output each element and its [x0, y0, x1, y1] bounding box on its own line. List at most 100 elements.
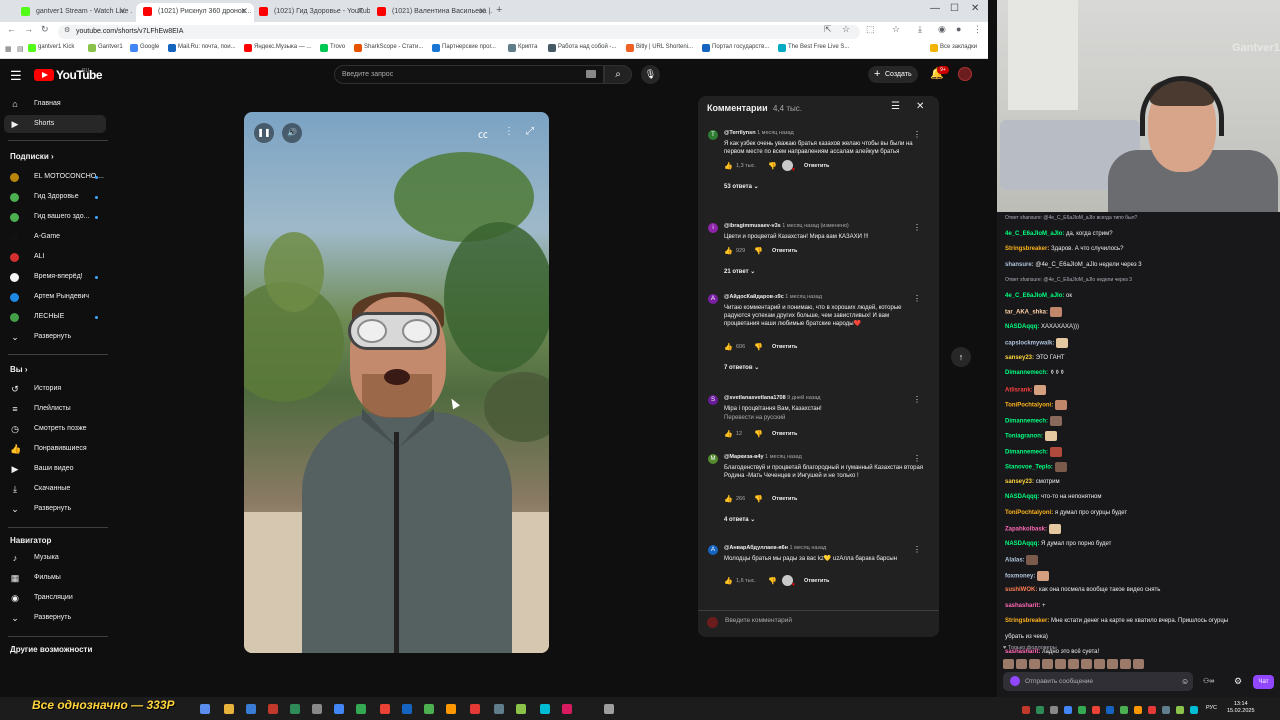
sidebar-item[interactable]: A-Game	[0, 228, 108, 246]
chat-username[interactable]: Dimannemech:	[1005, 449, 1048, 455]
forward-icon[interactable]: →	[24, 24, 33, 34]
volume-button[interactable]: 🔊	[282, 123, 302, 143]
chat-username[interactable]: Stanovoe_Teplo:	[1005, 465, 1053, 471]
sidebar-item[interactable]: ⌄ Развернуть	[0, 328, 108, 346]
keyboard-icon[interactable]	[586, 70, 596, 78]
minimize-icon[interactable]: —	[930, 3, 940, 14]
bookmark-item[interactable]: SharkScope - Стати...	[354, 44, 423, 52]
account-avatar[interactable]	[958, 67, 972, 81]
chat-emote[interactable]	[1049, 307, 1062, 317]
profile-avatar-icon[interactable]: ●	[956, 24, 961, 34]
reply-button[interactable]: Ответить	[772, 431, 797, 437]
browser-menu-icon[interactable]: ⋮	[973, 24, 982, 35]
reading-list-icon[interactable]: ▤	[17, 45, 24, 53]
chat-emote[interactable]	[1054, 462, 1067, 472]
chat-input[interactable]: Отправить сообщение	[1003, 672, 1193, 691]
taskbar-app-icon[interactable]	[200, 704, 210, 714]
bookmark-item[interactable]: Портал государств...	[702, 44, 769, 52]
view-replies-button[interactable]: 53 ответа ⌄	[724, 183, 759, 190]
reply-button[interactable]: Ответить	[772, 496, 797, 502]
taskbar-app-icon[interactable]	[224, 704, 234, 714]
search-button[interactable]: ⌕	[604, 65, 632, 84]
chat-username[interactable]: sashasharit:	[1005, 603, 1040, 609]
like-icon[interactable]: 👍	[724, 343, 733, 351]
guide-menu-icon[interactable]: ☰	[10, 68, 22, 84]
comment-author[interactable]: @Маркиза-в4у	[724, 454, 764, 460]
channel-points-icon[interactable]: ⚇∞	[1203, 677, 1214, 685]
comment-time[interactable]: 1 месяц назад (изменено)	[782, 223, 848, 229]
taskbar-app-icon[interactable]	[290, 704, 300, 714]
bookmark-item[interactable]: Партнерские прог...	[432, 44, 496, 52]
comment-avatar[interactable]: М	[708, 454, 718, 464]
comment-more-icon[interactable]: ⋮	[913, 223, 921, 232]
chat-username[interactable]: foxmoney:	[1005, 573, 1035, 579]
captions-icon[interactable]: ㏄	[478, 126, 488, 141]
comment-input[interactable]: Введите комментарий	[725, 617, 792, 624]
sidebar-item[interactable]: ♪ Музыка	[0, 549, 108, 567]
new-tab-icon[interactable]: +	[496, 4, 502, 16]
bookmark-item[interactable]: Яндекс.Музыка — ...	[244, 44, 311, 52]
taskbar-app-icon[interactable]	[604, 704, 614, 714]
chat-emote[interactable]	[1049, 415, 1062, 426]
reply-button[interactable]: Ответить	[804, 578, 829, 584]
bookmark-item[interactable]: Trovo	[320, 44, 345, 52]
tray-icon[interactable]	[1022, 706, 1030, 714]
bookmark-item[interactable]: Mail.Ru: почта, пои...	[168, 44, 236, 52]
taskbar-app-icon[interactable]	[268, 704, 278, 714]
view-replies-button[interactable]: 21 ответ ⌄	[724, 268, 755, 275]
sidebar-item[interactable]: ALI	[0, 248, 108, 266]
tab-close-icon[interactable]: ✕	[118, 3, 126, 20]
tray-icon[interactable]	[1092, 706, 1100, 714]
comment-time[interactable]: 1 месяц назад	[757, 130, 794, 136]
chat-username[interactable]: ToniPochtalyoni:	[1005, 510, 1053, 516]
tab-close-icon[interactable]: ✕	[478, 3, 486, 20]
previous-video-button[interactable]: ↑	[951, 347, 971, 367]
sidebar-item[interactable]: ⌂ Главная	[0, 95, 108, 113]
comment-avatar[interactable]: А	[708, 294, 718, 304]
create-button[interactable]: + Создать	[868, 66, 918, 83]
like-icon[interactable]: 👍	[724, 430, 733, 438]
view-replies-button[interactable]: 4 ответа ⌄	[724, 516, 755, 523]
comment-avatar[interactable]: i	[708, 223, 718, 233]
bookmark-item[interactable]: Gantver1	[88, 44, 123, 52]
chat-emote[interactable]	[1049, 446, 1062, 457]
chat-username[interactable]: Alalas:	[1005, 558, 1025, 564]
sidebar-item[interactable]: Артем Рындевич	[0, 288, 108, 306]
pause-button[interactable]: ❚❚	[254, 123, 274, 143]
chat-username[interactable]: sansey23:	[1005, 479, 1034, 485]
apps-icon[interactable]: ▦	[5, 45, 12, 53]
download-icon[interactable]: ⤓	[918, 24, 922, 35]
youtube-logo-icon[interactable]	[34, 69, 54, 81]
bookmark-item[interactable]: Крипта	[508, 44, 537, 52]
sidebar-item[interactable]: ▦ Фильмы	[0, 569, 108, 587]
comment-time[interactable]: 1 месяц назад	[785, 294, 822, 300]
taskbar-app-icon[interactable]	[562, 704, 572, 714]
browser-tab[interactable]: (1021) Гид Здоровье - YouTub... ✕	[252, 3, 370, 22]
chat-emote[interactable]	[1056, 338, 1069, 348]
taskbar-app-icon[interactable]	[402, 704, 412, 714]
dislike-icon[interactable]: 👎	[754, 247, 763, 255]
all-bookmarks[interactable]: Все закладки	[930, 44, 977, 52]
chat-emote[interactable]	[1034, 384, 1047, 395]
bookmark-star-icon[interactable]: ☆	[842, 24, 850, 35]
reply-button[interactable]: Ответить	[772, 248, 797, 254]
taskbar-app-icon[interactable]	[470, 704, 480, 714]
chat-username[interactable]: Toniagranon:	[1005, 434, 1043, 440]
tray-icon[interactable]	[1106, 706, 1114, 714]
sidebar-item[interactable]: Гид Здоровье	[0, 188, 108, 206]
sidebar-item[interactable]: EL MOTOCONCHO ...	[0, 168, 108, 186]
bookmark-item[interactable]: Работа над собой -...	[548, 44, 616, 52]
chat-username[interactable]: NASDAqqq:	[1005, 541, 1039, 547]
comment-time[interactable]: 1 месяц назад	[765, 454, 802, 460]
chat-username[interactable]: 4e_C_E6aJIoM_aJIo:	[1005, 231, 1064, 237]
sidebar-item[interactable]: ⌄ Развернуть	[0, 609, 108, 627]
chat-username[interactable]: Zapahkolbask:	[1005, 527, 1047, 533]
sidebar-item[interactable]: ▶ Shorts	[4, 115, 106, 133]
video-more-icon[interactable]: ⋮	[504, 126, 514, 137]
maximize-icon[interactable]: ☐	[950, 3, 959, 14]
comment-author[interactable]: @svetlanasvetlana1708	[724, 395, 786, 401]
chat-emote[interactable]	[1026, 555, 1039, 565]
tray-icon[interactable]	[1050, 706, 1058, 714]
chat-username[interactable]: tar_AKA_shka:	[1005, 310, 1048, 316]
chat-emote[interactable]	[1044, 431, 1057, 441]
